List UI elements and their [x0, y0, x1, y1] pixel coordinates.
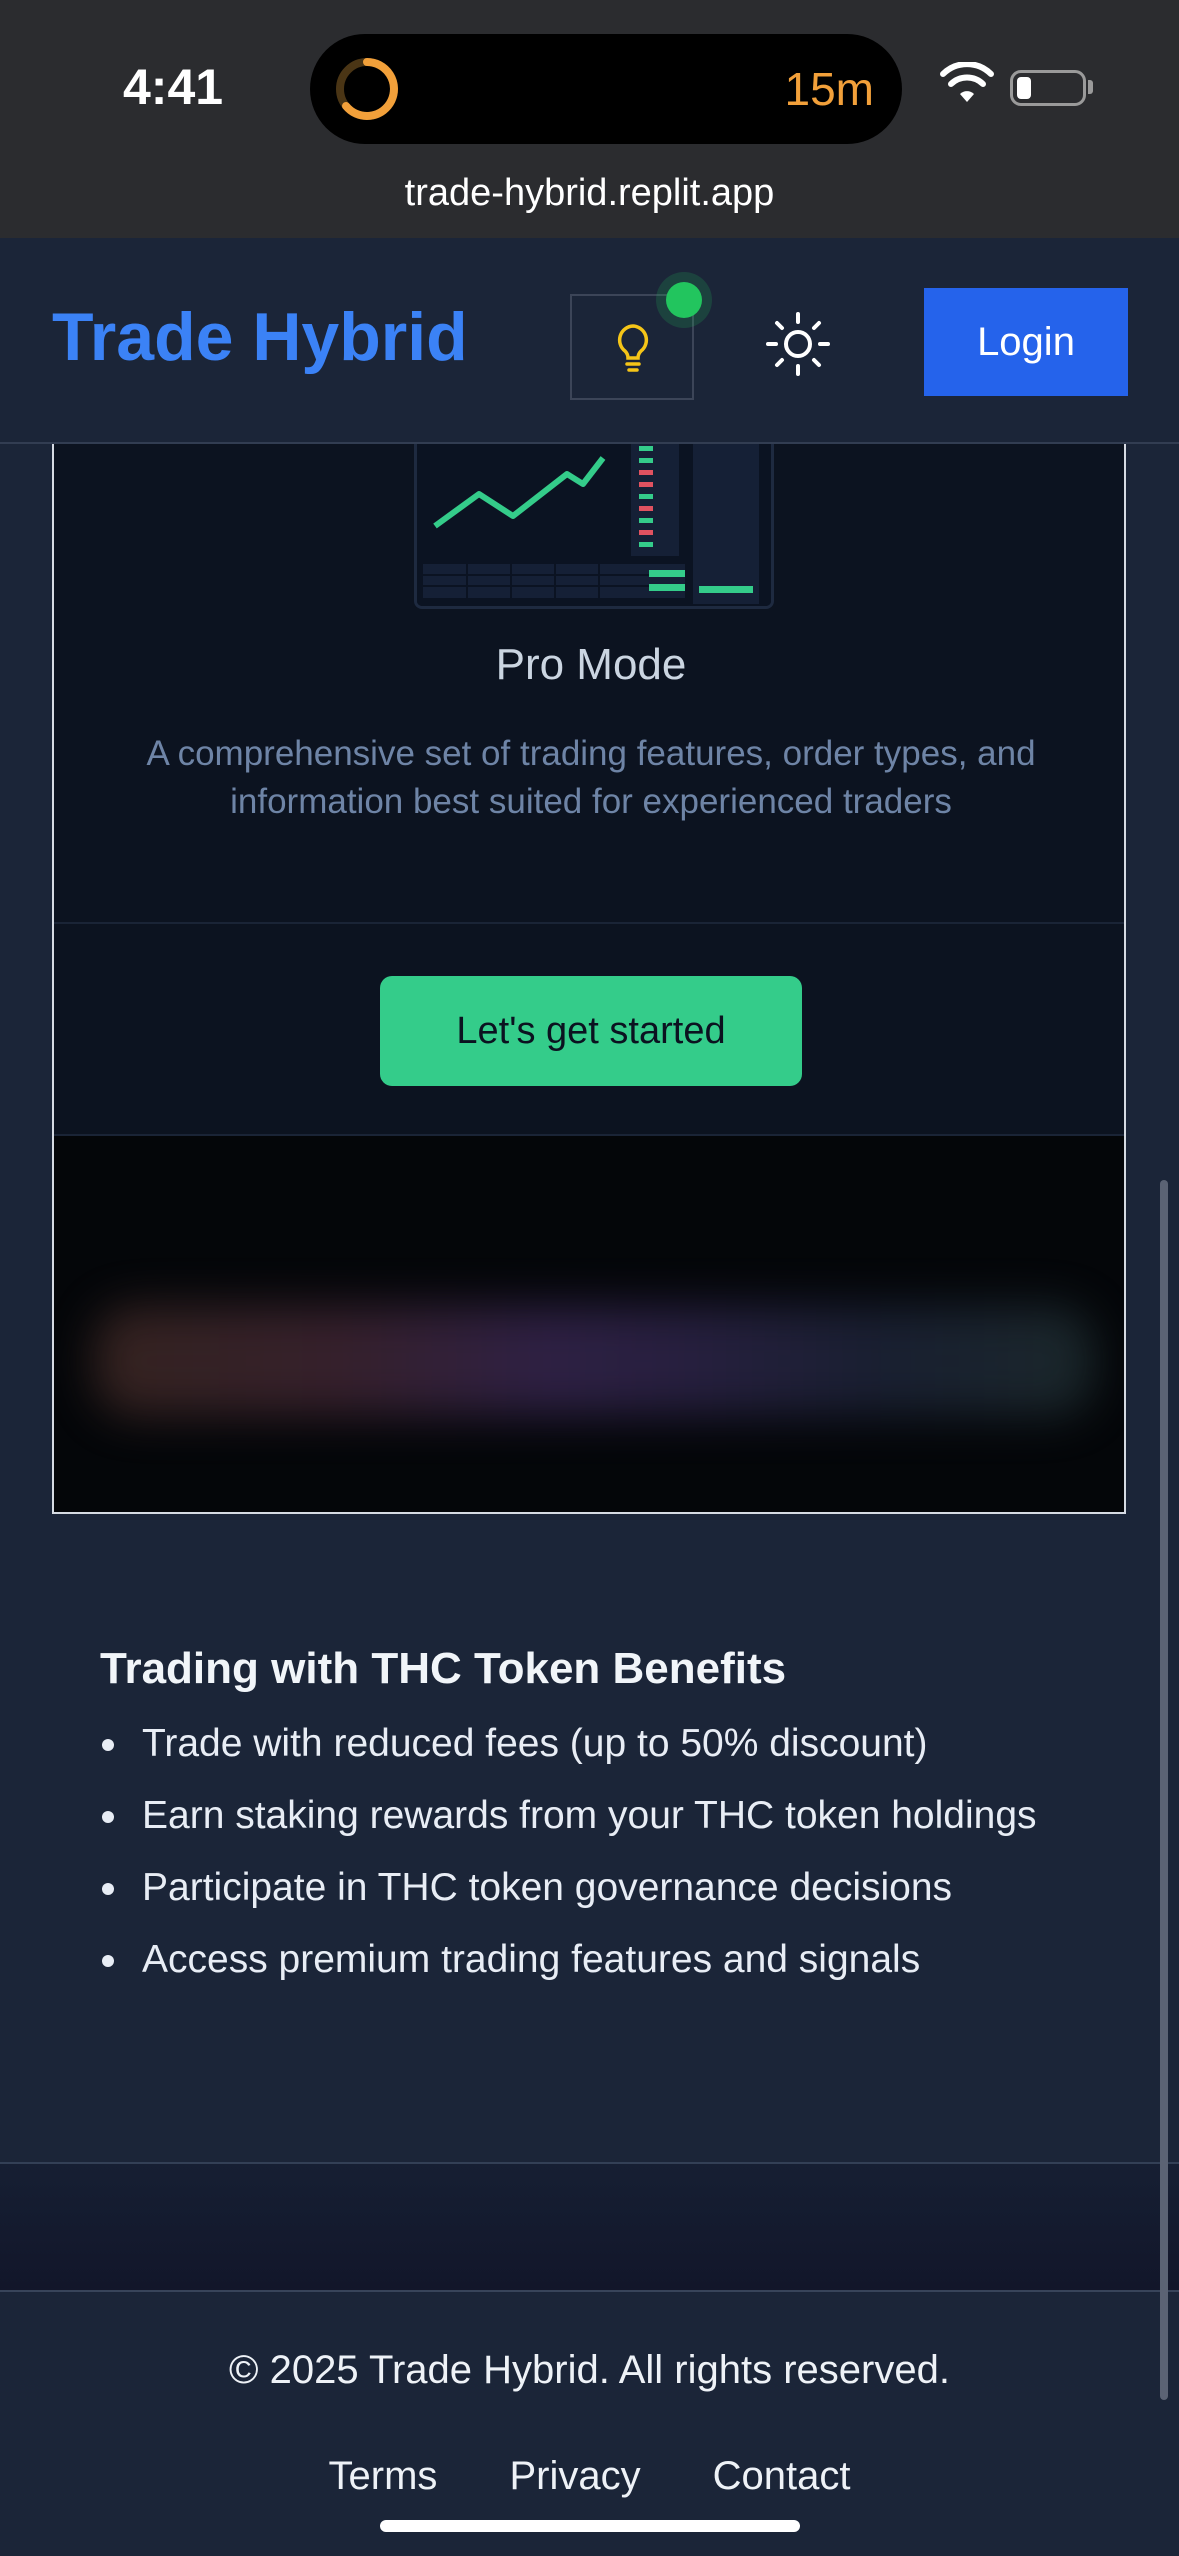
- pro-mode-illustration: [414, 444, 774, 609]
- login-button[interactable]: Login: [924, 288, 1128, 396]
- dynamic-island: 15m: [310, 34, 902, 144]
- scrollbar[interactable]: [1160, 1180, 1168, 2400]
- battery-icon: [1010, 70, 1086, 106]
- mode-description: A comprehensive set of trading features,…: [146, 734, 1036, 821]
- list-item: Participate in THC token governance deci…: [100, 1858, 1080, 1918]
- status-bar: 4:41 15m trade-hybrid.replit.app: [0, 0, 1179, 238]
- brand-logo[interactable]: Trade Hybrid: [52, 298, 468, 376]
- blurred-preview: [54, 1136, 1124, 1512]
- benefits-title: Trading with THC Token Benefits: [100, 1644, 787, 1693]
- pro-mode-card: Pro Mode A comprehensive set of trading …: [52, 444, 1126, 1514]
- mode-title: Pro Mode: [495, 640, 687, 689]
- thc-benefits-section: Trading with THC Token Benefits Trade wi…: [0, 1514, 1179, 2164]
- list-item: Access premium trading features and sign…: [100, 1930, 1080, 1990]
- contact-link[interactable]: Contact: [713, 2454, 851, 2499]
- site-header: Trade Hybrid Login: [0, 238, 1179, 444]
- status-time: 4:41: [123, 59, 224, 115]
- timer-text: 15m: [784, 63, 874, 115]
- home-indicator[interactable]: [380, 2520, 800, 2532]
- footer-links: Terms Privacy Contact: [0, 2454, 1179, 2499]
- get-started-button[interactable]: Let's get started: [380, 976, 802, 1086]
- lightbulb-icon: [617, 324, 649, 372]
- privacy-link[interactable]: Privacy: [509, 2454, 640, 2499]
- sun-icon[interactable]: [764, 310, 832, 378]
- terms-link[interactable]: Terms: [329, 2454, 438, 2499]
- copyright-text: © 2025 Trade Hybrid. All rights reserved…: [229, 2348, 950, 2392]
- timer-icon: [336, 58, 398, 120]
- site-footer: © 2025 Trade Hybrid. All rights reserved…: [0, 2290, 1179, 2556]
- list-item: Trade with reduced fees (up to 50% disco…: [100, 1714, 1080, 1774]
- divider: [54, 922, 1124, 924]
- benefits-list: Trade with reduced fees (up to 50% disco…: [100, 1714, 1080, 2002]
- notification-dot: [666, 282, 702, 318]
- address-bar-url[interactable]: trade-hybrid.replit.app: [0, 172, 1179, 215]
- wifi-icon: [940, 62, 994, 102]
- list-item: Earn staking rewards from your THC token…: [100, 1786, 1080, 1846]
